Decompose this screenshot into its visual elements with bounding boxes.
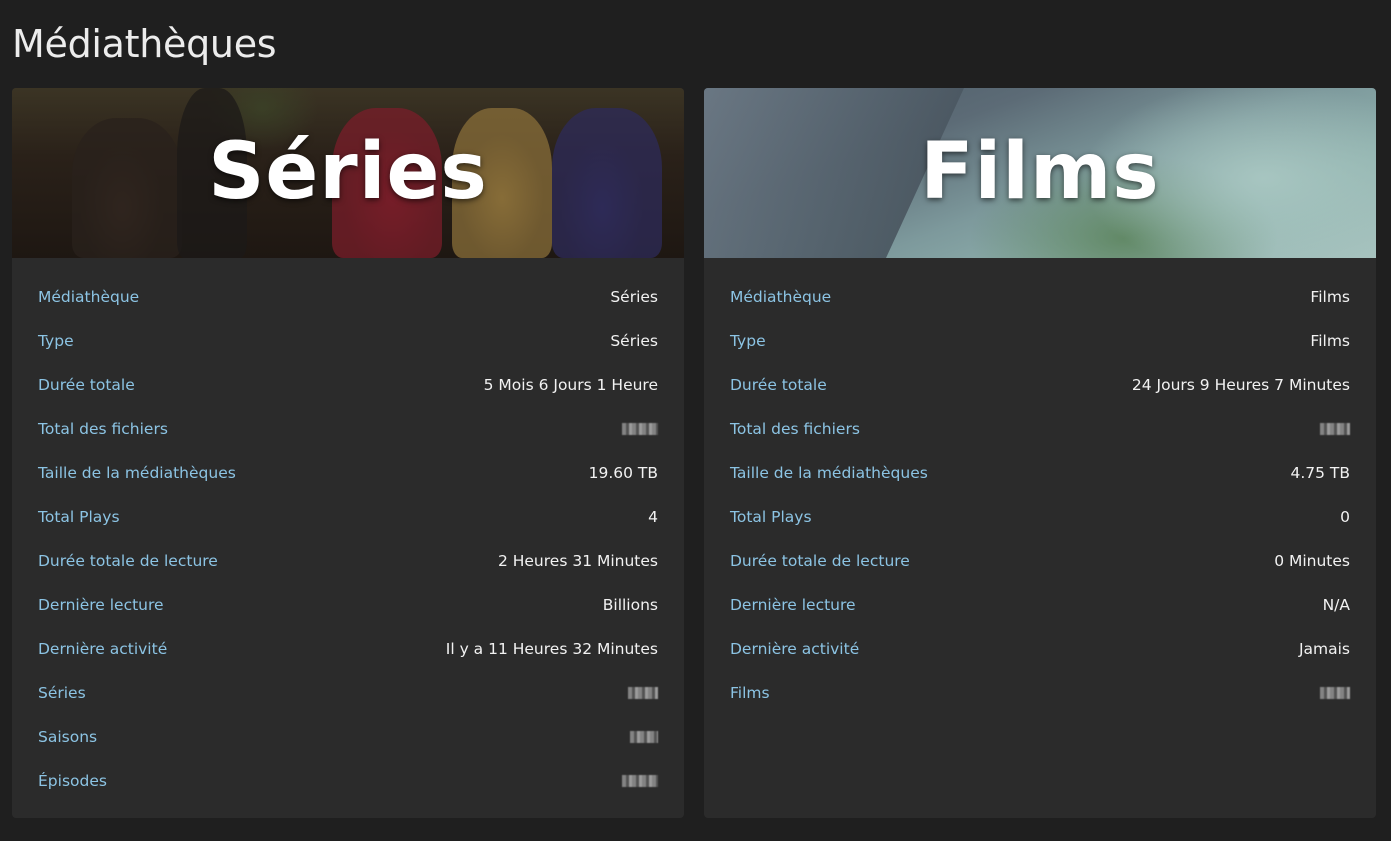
- stat-label: Taille de la médiathèques: [38, 464, 236, 482]
- stat-value: N/A: [1322, 596, 1350, 614]
- stat-value: 24 Jours 9 Heures 7 Minutes: [1131, 376, 1350, 394]
- stat-label: Type: [730, 332, 766, 350]
- library-card-series[interactable]: Séries Médiathèque Séries Type Séries Du…: [12, 88, 684, 818]
- stat-value: Films: [1310, 332, 1350, 350]
- stat-row-last-played: Dernière lecture Billions: [38, 583, 658, 627]
- stat-row-type: Type Séries: [38, 319, 658, 363]
- stat-row-library-size: Taille de la médiathèques 4.75 TB: [730, 451, 1350, 495]
- stat-value-redacted: [622, 423, 658, 435]
- stat-row-library: Médiathèque Séries: [38, 275, 658, 319]
- stat-value: Séries: [610, 332, 658, 350]
- stat-label: Total Plays: [38, 508, 120, 526]
- stat-label: Dernière activité: [38, 640, 168, 658]
- stat-label: Épisodes: [38, 772, 107, 790]
- stat-label: Total Plays: [730, 508, 812, 526]
- stat-row-seasons-count: Saisons: [38, 715, 658, 759]
- stat-value-redacted: [628, 687, 658, 699]
- stat-row-library-size: Taille de la médiathèques 19.60 TB: [38, 451, 658, 495]
- stat-row-playback-duration: Durée totale de lecture 0 Minutes: [730, 539, 1350, 583]
- stat-value: 2 Heures 31 Minutes: [497, 552, 658, 570]
- stat-row-total-duration: Durée totale 5 Mois 6 Jours 1 Heure: [38, 363, 658, 407]
- stat-row-last-activity: Dernière activité Jamais: [730, 627, 1350, 671]
- stat-value: 4: [648, 508, 658, 526]
- stat-label: Taille de la médiathèques: [730, 464, 928, 482]
- stat-value: Films: [1310, 288, 1350, 306]
- stat-label: Dernière lecture: [38, 596, 164, 614]
- library-banner-films[interactable]: Films: [704, 88, 1376, 258]
- stat-value: Billions: [602, 596, 658, 614]
- stat-row-series-count: Séries: [38, 671, 658, 715]
- stat-row-playback-duration: Durée totale de lecture 2 Heures 31 Minu…: [38, 539, 658, 583]
- stat-value: 19.60 TB: [588, 464, 658, 482]
- banner-title: Films: [920, 127, 1160, 217]
- stat-row-films-count: Films: [730, 671, 1350, 715]
- stat-label: Durée totale de lecture: [730, 552, 910, 570]
- stat-row-library: Médiathèque Films: [730, 275, 1350, 319]
- stat-row-total-files: Total des fichiers: [730, 407, 1350, 451]
- stat-label: Durée totale: [38, 376, 135, 394]
- library-banner-series[interactable]: Séries: [12, 88, 684, 258]
- stat-value-redacted: [622, 775, 658, 787]
- stat-row-episodes-count: Épisodes: [38, 759, 658, 803]
- stat-row-type: Type Films: [730, 319, 1350, 363]
- page-title: Médiathèques: [12, 22, 277, 66]
- stat-label: Durée totale: [730, 376, 827, 394]
- stat-label: Durée totale de lecture: [38, 552, 218, 570]
- stat-label: Type: [38, 332, 74, 350]
- stat-label: Médiathèque: [38, 288, 140, 306]
- stat-value: 4.75 TB: [1290, 464, 1350, 482]
- stat-row-last-activity: Dernière activité Il y a 11 Heures 32 Mi…: [38, 627, 658, 671]
- stat-row-total-plays: Total Plays 4: [38, 495, 658, 539]
- stat-label: Total des fichiers: [38, 420, 168, 438]
- stat-label: Saisons: [38, 728, 98, 746]
- stat-label: Total des fichiers: [730, 420, 860, 438]
- stat-label: Dernière activité: [730, 640, 860, 658]
- stat-row-total-files: Total des fichiers: [38, 407, 658, 451]
- stat-value-redacted: [1320, 423, 1350, 435]
- stat-row-total-duration: Durée totale 24 Jours 9 Heures 7 Minutes: [730, 363, 1350, 407]
- stat-row-last-played: Dernière lecture N/A: [730, 583, 1350, 627]
- stat-value: Séries: [610, 288, 658, 306]
- banner-title: Séries: [208, 127, 488, 217]
- stat-label: Dernière lecture: [730, 596, 856, 614]
- stat-value: 0: [1340, 508, 1350, 526]
- stat-label: Séries: [38, 684, 86, 702]
- stat-label: Films: [730, 684, 770, 702]
- stat-label: Médiathèque: [730, 288, 832, 306]
- stat-value: 5 Mois 6 Jours 1 Heure: [483, 376, 658, 394]
- stat-value-redacted: [630, 731, 658, 743]
- library-card-films[interactable]: Films Médiathèque Films Type Films Durée…: [704, 88, 1376, 818]
- stat-value-redacted: [1320, 687, 1350, 699]
- stat-value: Jamais: [1298, 640, 1350, 658]
- stat-value: Il y a 11 Heures 32 Minutes: [445, 640, 658, 658]
- stat-value: 0 Minutes: [1274, 552, 1350, 570]
- library-stats-list: Médiathèque Séries Type Séries Durée tot…: [12, 275, 684, 803]
- stat-row-total-plays: Total Plays 0: [730, 495, 1350, 539]
- library-stats-list: Médiathèque Films Type Films Durée total…: [704, 275, 1376, 715]
